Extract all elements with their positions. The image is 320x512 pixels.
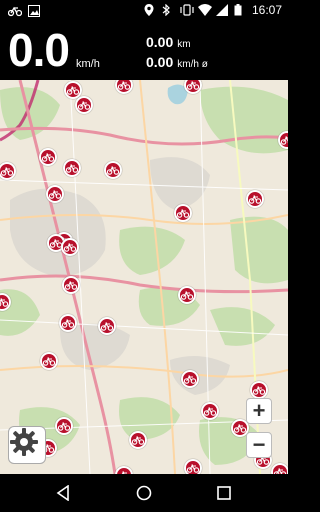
bluetooth-icon bbox=[162, 3, 174, 17]
bicycle-icon bbox=[234, 423, 246, 433]
map-view[interactable]: + − bbox=[0, 80, 288, 474]
bicycle-icon bbox=[204, 406, 216, 416]
bike-station-marker[interactable] bbox=[129, 431, 147, 449]
zoom-out-button[interactable]: − bbox=[246, 432, 272, 458]
bike-station-marker[interactable] bbox=[40, 352, 58, 370]
bike-station-marker[interactable] bbox=[201, 402, 219, 420]
wifi-icon bbox=[197, 4, 212, 16]
bicycle-icon bbox=[249, 194, 261, 204]
bicycle-icon bbox=[67, 85, 79, 95]
bicycle-icon bbox=[281, 135, 288, 145]
bike-station-marker[interactable] bbox=[55, 417, 73, 435]
bicycle-icon bbox=[1, 166, 13, 176]
bicycle-icon bbox=[101, 321, 113, 331]
bike-station-marker[interactable] bbox=[46, 185, 64, 203]
bike-station-marker[interactable] bbox=[98, 317, 116, 335]
bike-station-marker[interactable] bbox=[271, 463, 288, 474]
bicycle-icon bbox=[187, 463, 199, 473]
bicycle-icon bbox=[107, 165, 119, 175]
bike-station-marker[interactable] bbox=[59, 314, 77, 332]
speed-panel: 0.0 km/h 0.00 km 0.00 km/h ø bbox=[0, 22, 288, 80]
bicycle-icon bbox=[132, 435, 144, 445]
bike-station-marker[interactable] bbox=[39, 148, 57, 166]
battery-icon bbox=[234, 4, 246, 16]
bicycle-icon bbox=[49, 189, 61, 199]
distance-value: 0.00 bbox=[146, 34, 174, 50]
bicycle-icon bbox=[78, 100, 90, 110]
bike-station-marker[interactable] bbox=[63, 159, 81, 177]
current-speed-value: 0.0 bbox=[8, 24, 70, 76]
bicycle-icon bbox=[43, 356, 55, 366]
bicycle-icon bbox=[187, 80, 199, 90]
settings-button[interactable] bbox=[8, 426, 46, 464]
clock: 16:07 bbox=[251, 3, 282, 17]
recents-icon bbox=[217, 486, 231, 500]
bike-station-marker[interactable] bbox=[246, 190, 264, 208]
bicycle-icon bbox=[118, 80, 130, 90]
bicycle-icon bbox=[42, 152, 54, 162]
signal-icon bbox=[215, 4, 228, 16]
current-speed-unit: km/h bbox=[76, 58, 100, 70]
location-icon bbox=[144, 4, 156, 16]
bicycle-icon bbox=[58, 421, 70, 431]
bike-station-marker[interactable] bbox=[61, 238, 79, 256]
image-icon bbox=[28, 4, 40, 17]
map-tiles bbox=[0, 80, 288, 474]
bicycle-icon bbox=[64, 242, 76, 252]
back-button[interactable] bbox=[52, 482, 74, 504]
vibrate-icon bbox=[180, 4, 194, 16]
recents-button[interactable] bbox=[213, 482, 235, 504]
bike-station-marker[interactable] bbox=[250, 381, 268, 399]
average-speed-unit: km/h ø bbox=[177, 59, 208, 70]
zoom-in-button[interactable]: + bbox=[246, 398, 272, 424]
distance-unit: km bbox=[177, 39, 191, 50]
bike-station-marker[interactable] bbox=[62, 276, 80, 294]
gear-icon bbox=[10, 428, 38, 456]
home-icon bbox=[136, 485, 152, 501]
bicycle-icon bbox=[177, 208, 189, 218]
navigation-bar bbox=[0, 474, 288, 512]
bicycle-icon bbox=[253, 385, 265, 395]
bike-station-marker[interactable] bbox=[184, 459, 202, 474]
bike-station-marker[interactable] bbox=[174, 204, 192, 222]
home-button[interactable] bbox=[133, 482, 155, 504]
bike-station-marker[interactable] bbox=[104, 161, 122, 179]
average-speed-value: 0.00 bbox=[146, 54, 174, 70]
bicycle-icon bbox=[181, 290, 193, 300]
bike-station-marker[interactable] bbox=[178, 286, 196, 304]
bike-share-icon bbox=[7, 4, 23, 17]
bike-station-marker[interactable] bbox=[181, 370, 199, 388]
back-icon bbox=[56, 485, 69, 501]
bicycle-icon bbox=[62, 318, 74, 328]
bicycle-icon bbox=[0, 297, 8, 307]
bicycle-icon bbox=[65, 280, 77, 290]
bicycle-icon bbox=[184, 374, 196, 384]
bike-station-marker[interactable] bbox=[75, 96, 93, 114]
bicycle-icon bbox=[66, 163, 78, 173]
status-bar: 16:07 bbox=[0, 0, 288, 22]
